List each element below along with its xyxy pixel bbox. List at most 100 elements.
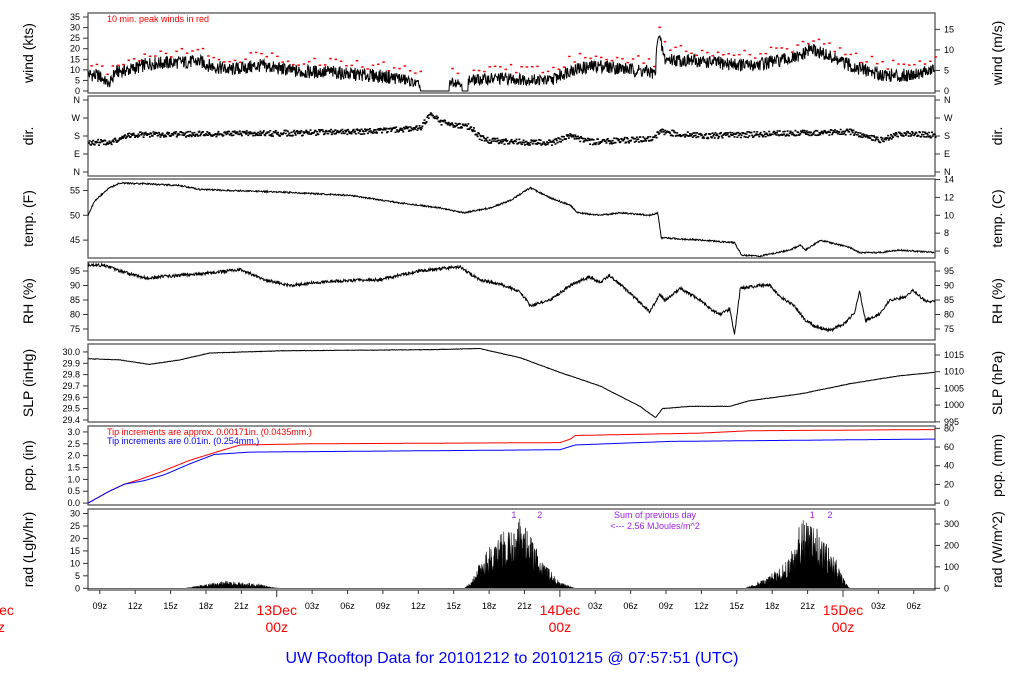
direction-point xyxy=(922,133,925,136)
direction-point xyxy=(372,130,375,133)
peak-gust-point xyxy=(366,68,369,70)
direction-point xyxy=(341,128,344,131)
direction-point xyxy=(613,137,616,140)
peak-gust-point xyxy=(801,40,805,43)
right-tick-label: 300 xyxy=(944,519,959,529)
direction-point xyxy=(128,132,131,135)
direction-point xyxy=(150,132,153,135)
direction-point xyxy=(861,136,864,139)
direction-point xyxy=(394,131,397,134)
direction-point xyxy=(497,139,500,142)
peak-gust-point xyxy=(876,62,879,65)
left-tick-label: 2.0 xyxy=(67,451,80,461)
peak-gust-point xyxy=(90,65,93,67)
right-tick-label: 1000 xyxy=(944,400,964,410)
direction-point xyxy=(622,139,625,142)
direction-point xyxy=(354,130,357,133)
direction-point xyxy=(910,133,913,136)
direction-point xyxy=(414,128,417,130)
left-tick-label: 29.7 xyxy=(62,381,80,391)
y-axis-title-right-wind: wind (m/s) xyxy=(989,21,1005,87)
peak-gust-point xyxy=(308,60,311,63)
direction-point xyxy=(577,135,580,138)
direction-point xyxy=(216,133,219,136)
peak-gust-point xyxy=(700,49,704,52)
direction-point xyxy=(875,138,878,140)
direction-point xyxy=(911,132,914,134)
temperature-line xyxy=(87,181,935,258)
peak-gust-point xyxy=(902,63,906,65)
peak-gust-point xyxy=(653,65,656,68)
direction-point xyxy=(671,135,674,137)
direction-point xyxy=(216,132,219,135)
direction-point xyxy=(175,135,178,138)
rad-marker: 1 xyxy=(511,510,516,520)
right-tick-label: 200 xyxy=(944,540,959,550)
x-tick-label: 03z xyxy=(871,601,886,611)
direction-point xyxy=(619,140,622,143)
direction-point xyxy=(797,131,800,134)
direction-point xyxy=(88,142,90,144)
direction-point xyxy=(579,140,582,143)
direction-point xyxy=(890,138,893,140)
direction-point xyxy=(778,130,781,132)
direction-point xyxy=(848,130,851,133)
direction-point xyxy=(502,140,505,143)
peak-gust-point xyxy=(536,65,539,68)
direction-point xyxy=(721,136,724,139)
direction-point xyxy=(430,113,433,115)
direction-point xyxy=(451,122,454,124)
rad-marker: 1 xyxy=(810,510,815,520)
direction-point xyxy=(206,131,209,133)
direction-point xyxy=(712,133,715,136)
peak-gust-point xyxy=(594,55,598,58)
direction-point xyxy=(476,135,479,138)
direction-point xyxy=(473,127,476,129)
direction-point xyxy=(926,134,929,136)
direction-point xyxy=(323,132,326,135)
direction-point xyxy=(363,133,366,135)
direction-point xyxy=(144,131,147,134)
direction-point xyxy=(159,136,162,138)
direction-point xyxy=(293,132,296,135)
peak-gust-point xyxy=(743,49,746,52)
direction-point xyxy=(775,134,778,136)
direction-point xyxy=(720,131,723,134)
x-tick-label: 15z xyxy=(163,601,178,611)
peak-gust-point xyxy=(663,40,667,43)
direction-point xyxy=(301,134,304,137)
peak-gust-point xyxy=(578,52,582,55)
direction-point xyxy=(574,135,577,138)
peak-gust-point xyxy=(499,66,502,68)
x-tick-label: 21z xyxy=(800,601,815,611)
direction-point xyxy=(190,135,193,138)
left-tick-label: 25 xyxy=(70,521,80,531)
direction-point xyxy=(639,136,642,138)
direction-point xyxy=(317,133,320,136)
peak-gust-point xyxy=(929,60,932,63)
x-tick-label: 12z xyxy=(411,601,426,611)
peak-gust-point xyxy=(122,63,125,66)
direction-point xyxy=(336,129,339,132)
direction-point xyxy=(482,135,485,137)
direction-point xyxy=(197,135,200,137)
direction-point xyxy=(824,130,827,132)
direction-point xyxy=(374,129,377,131)
direction-point xyxy=(672,129,675,132)
direction-point xyxy=(838,131,841,133)
direction-point xyxy=(732,134,735,136)
peak-gust-point xyxy=(504,68,507,71)
direction-point xyxy=(821,132,824,135)
direction-point xyxy=(420,127,423,129)
direction-point xyxy=(492,140,495,142)
direction-point xyxy=(201,130,204,133)
peak-gust-point xyxy=(626,61,630,64)
direction-point xyxy=(385,127,388,130)
left-tick-label: 10 xyxy=(70,558,80,568)
x-tick-label: 18z xyxy=(765,601,780,611)
direction-point xyxy=(124,134,127,136)
y-axis-title-dir: dir. xyxy=(20,127,36,146)
direction-point xyxy=(855,131,858,133)
left-tick-label: N xyxy=(74,167,81,177)
peak-gust-point xyxy=(907,64,911,66)
